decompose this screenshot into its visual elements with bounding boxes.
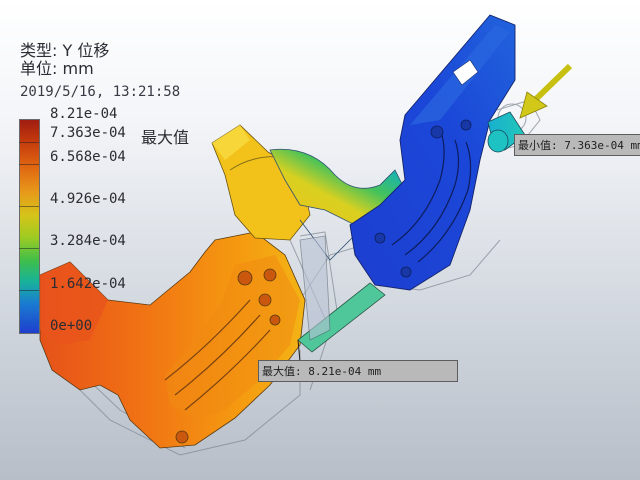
legend-value: 4.926e-04 bbox=[50, 191, 126, 207]
max-value-callout[interactable]: 最大值: 8.21e-04 mm bbox=[258, 360, 458, 382]
analysis-viewport[interactable]: 类型: Y 位移 单位: mm 2019/5/16, 13:21:58 8.21… bbox=[0, 0, 640, 480]
left-clamp bbox=[39, 231, 306, 449]
legend-value: 3.284e-04 bbox=[50, 233, 126, 249]
legend-value-min: 0e+00 bbox=[50, 318, 93, 334]
load-arrow-icon bbox=[519, 63, 573, 119]
right-clamp bbox=[349, 14, 516, 291]
legend-value: 1.642e-04 bbox=[50, 276, 126, 292]
legend-value: 6.568e-04 bbox=[50, 149, 126, 165]
result-type-label: 类型: Y 位移 bbox=[20, 41, 110, 60]
legend-tick bbox=[19, 206, 39, 207]
legend-tick bbox=[19, 142, 39, 143]
unit-label: 单位: mm bbox=[20, 59, 94, 78]
legend-tick bbox=[19, 248, 39, 249]
min-value-callout[interactable]: 最小值: 7.363e-04 mm bbox=[514, 134, 640, 156]
legend-tick bbox=[19, 290, 39, 291]
legend-tick bbox=[19, 164, 39, 165]
legend-max-marker: 最大值 bbox=[141, 128, 190, 147]
legend-value: 7.363e-04 bbox=[50, 125, 126, 141]
legend-value-max: 8.21e-04 bbox=[50, 106, 118, 122]
color-legend-bar bbox=[19, 119, 40, 334]
timestamp: 2019/5/16, 13:21:58 bbox=[20, 84, 181, 100]
